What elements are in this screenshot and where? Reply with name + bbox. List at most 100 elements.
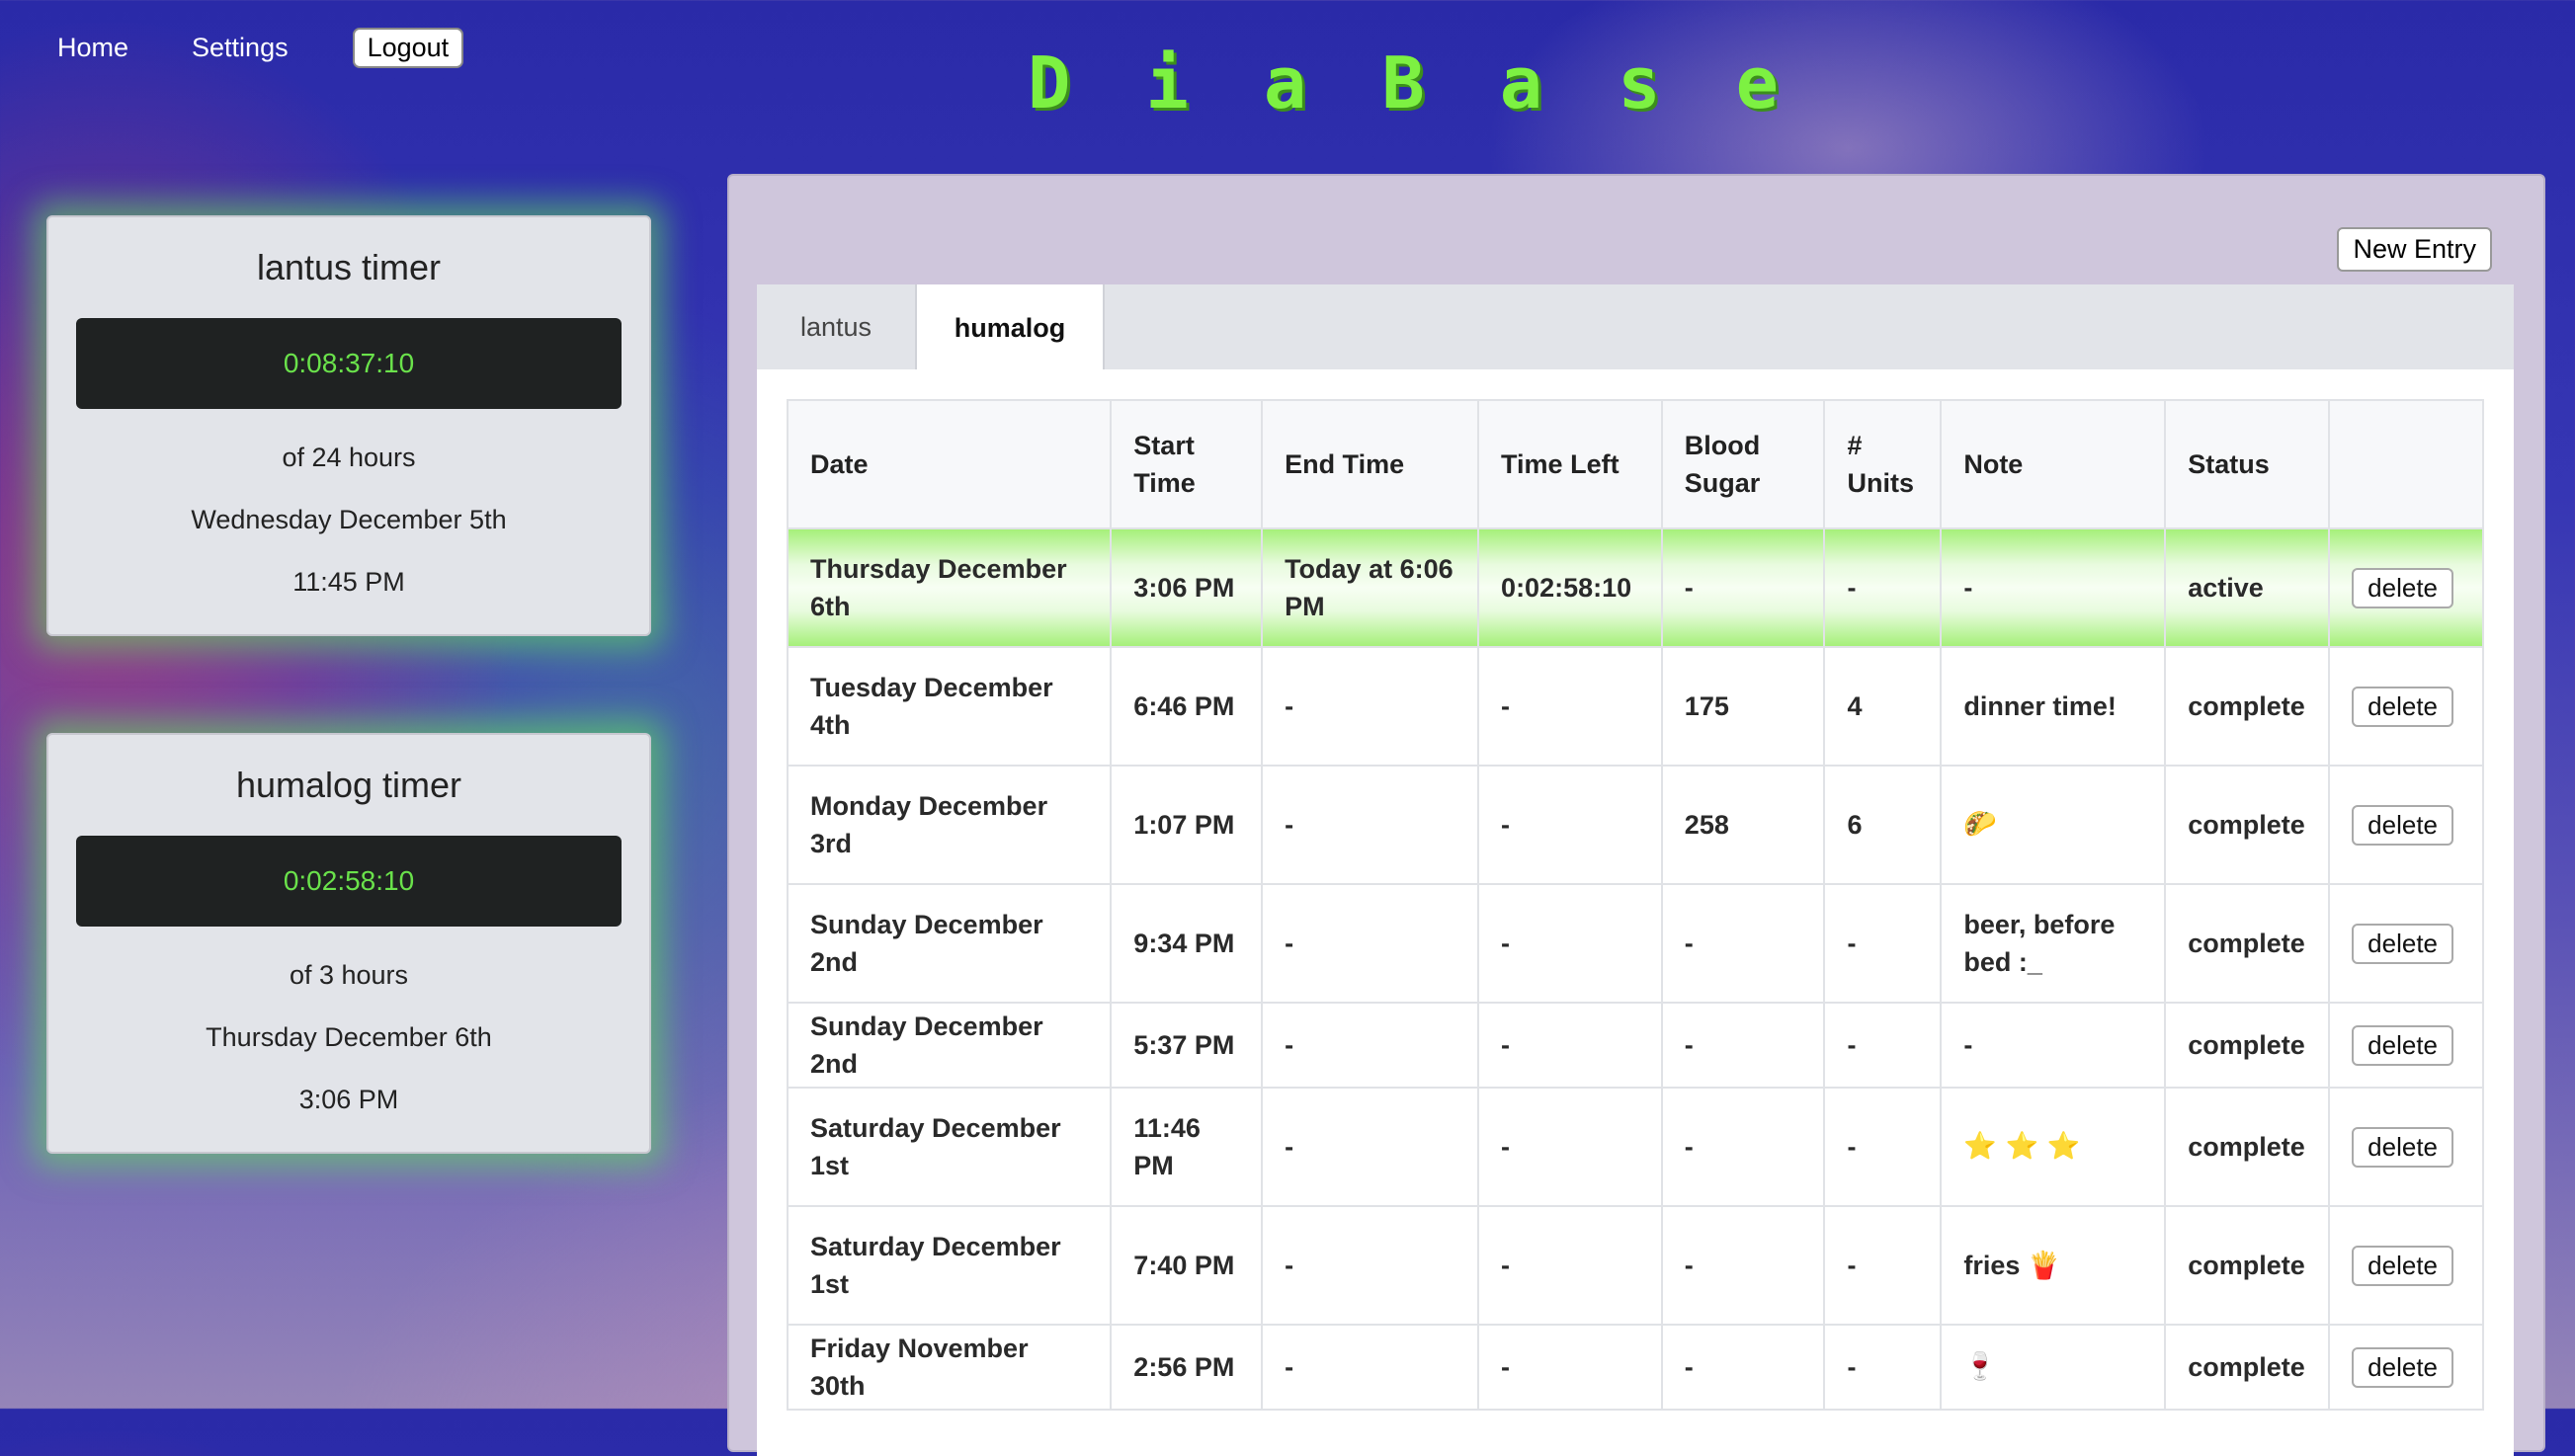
table-row: Friday November 30th 2:56 PM - - - - 🍷 c…	[786, 1324, 2484, 1411]
delete-button[interactable]: delete	[2352, 1126, 2454, 1168]
cell-note: 🍷	[1940, 1324, 2167, 1411]
table-row: Monday December 3rd 1:07 PM - - 258 6 🌮 …	[786, 765, 2484, 885]
cell-status: complete	[2164, 883, 2331, 1004]
tab-content: Date Start Time End Time Time Left Blood…	[757, 369, 2514, 1456]
cell-time-left: -	[1477, 1002, 1663, 1089]
logo-letter: s	[1618, 41, 1661, 124]
header-note: Note	[1940, 399, 2167, 529]
timer-display: 0:02:58:10	[76, 836, 622, 927]
cell-end-time: Today at 6:06 PM	[1261, 527, 1480, 648]
cell-start-time: 7:40 PM	[1110, 1205, 1264, 1326]
cell-units: -	[1823, 1324, 1943, 1411]
table-row: Sunday December 2nd 9:34 PM - - - - beer…	[786, 883, 2484, 1004]
header-blood-sugar: Blood Sugar	[1660, 399, 1826, 529]
cell-blood-sugar: 175	[1660, 646, 1826, 767]
cell-actions: delete	[2328, 1002, 2484, 1089]
cell-end-time: -	[1261, 1324, 1480, 1411]
header-actions	[2328, 399, 2484, 529]
timer-duration: of 3 hours	[289, 960, 409, 990]
cell-note: 🌮	[1940, 765, 2167, 885]
table-row: Sunday December 2nd 5:37 PM - - - - - co…	[786, 1002, 2484, 1089]
cell-start-time: 11:46 PM	[1110, 1087, 1264, 1207]
cell-end-time: -	[1261, 883, 1480, 1004]
cell-date: Saturday December 1st	[786, 1205, 1113, 1326]
header-units: # Units	[1823, 399, 1943, 529]
cell-date: Tuesday December 4th	[786, 646, 1113, 767]
cell-note: dinner time!	[1940, 646, 2167, 767]
cell-status: complete	[2164, 1205, 2331, 1326]
cell-time-left: 0:02:58:10	[1477, 527, 1663, 648]
delete-button[interactable]: delete	[2352, 804, 2454, 846]
header-date: Date	[786, 399, 1113, 529]
cell-start-time: 9:34 PM	[1110, 883, 1264, 1004]
timer-display: 0:08:37:10	[76, 318, 622, 409]
cell-actions: delete	[2328, 1324, 2484, 1411]
nav-settings-link[interactable]: Settings	[192, 33, 289, 63]
cell-start-time: 5:37 PM	[1110, 1002, 1264, 1089]
cell-blood-sugar: 258	[1660, 765, 1826, 885]
cell-date: Saturday December 1st	[786, 1087, 1113, 1207]
cell-start-time: 3:06 PM	[1110, 527, 1264, 648]
cell-end-time: -	[1261, 1087, 1480, 1207]
nav-home-link[interactable]: Home	[57, 33, 128, 63]
cell-time-left: -	[1477, 765, 1663, 885]
timer-title: humalog timer	[235, 765, 462, 805]
logo-letter: a	[1499, 41, 1543, 124]
cell-date: Sunday December 2nd	[786, 1002, 1113, 1089]
tab-lantus[interactable]: lantus	[757, 284, 915, 369]
cell-actions: delete	[2328, 527, 2484, 648]
cell-units: 6	[1823, 765, 1943, 885]
logout-button[interactable]: Logout	[352, 28, 464, 68]
cell-start-time: 2:56 PM	[1110, 1324, 1264, 1411]
new-entry-button[interactable]: New Entry	[2337, 227, 2492, 272]
cell-blood-sugar: -	[1660, 1002, 1826, 1089]
logo-letter: a	[1263, 41, 1307, 124]
timer-start-date: Wednesday December 5th	[191, 505, 507, 534]
cell-blood-sugar: -	[1660, 1087, 1826, 1207]
cell-blood-sugar: -	[1660, 527, 1826, 648]
cell-actions: delete	[2328, 765, 2484, 885]
cell-blood-sugar: -	[1660, 1205, 1826, 1326]
cell-date: Monday December 3rd	[786, 765, 1113, 885]
delete-button[interactable]: delete	[2352, 923, 2454, 964]
header-status: Status	[2164, 399, 2331, 529]
delete-button[interactable]: delete	[2352, 1245, 2454, 1286]
cell-actions: delete	[2328, 883, 2484, 1004]
cell-time-left: -	[1477, 1205, 1663, 1326]
cell-status: complete	[2164, 1002, 2331, 1089]
cell-blood-sugar: -	[1660, 1324, 1826, 1411]
cell-start-time: 1:07 PM	[1110, 765, 1264, 885]
cell-units: -	[1823, 527, 1943, 648]
cell-note: -	[1940, 1002, 2167, 1089]
cell-status: complete	[2164, 1087, 2331, 1207]
cell-end-time: -	[1261, 1205, 1480, 1326]
table-row: Saturday December 1st 7:40 PM - - - - fr…	[786, 1205, 2484, 1326]
logo-letter: D	[1028, 41, 1071, 124]
cell-end-time: -	[1261, 1002, 1480, 1089]
delete-button[interactable]: delete	[2352, 1346, 2454, 1388]
cell-units: -	[1823, 883, 1943, 1004]
cell-units: 4	[1823, 646, 1943, 767]
cell-date: Sunday December 2nd	[786, 883, 1113, 1004]
table-row: Thursday December 6th 3:06 PM Today at 6…	[786, 527, 2484, 648]
header-start-time: Start Time	[1110, 399, 1264, 529]
timer-start-time: 3:06 PM	[298, 1085, 399, 1114]
cell-actions: delete	[2328, 646, 2484, 767]
cell-time-left: -	[1477, 646, 1663, 767]
logo-letter: i	[1145, 41, 1189, 124]
tab-humalog[interactable]: humalog	[915, 284, 1105, 371]
table-row: Saturday December 1st 11:46 PM - - - - ⭐…	[786, 1087, 2484, 1207]
lantus-timer-card: lantus timer 0:08:37:10 of 24 hours Wedn…	[46, 215, 651, 636]
delete-button[interactable]: delete	[2352, 686, 2454, 727]
cell-actions: delete	[2328, 1087, 2484, 1207]
cell-end-time: -	[1261, 646, 1480, 767]
timer-start-date: Thursday December 6th	[206, 1022, 492, 1052]
delete-button[interactable]: delete	[2352, 1024, 2454, 1066]
header-time-left: Time Left	[1477, 399, 1663, 529]
cell-units: -	[1823, 1205, 1943, 1326]
delete-button[interactable]: delete	[2352, 567, 2454, 608]
cell-blood-sugar: -	[1660, 883, 1826, 1004]
logo-letter: e	[1735, 41, 1779, 124]
cell-units: -	[1823, 1087, 1943, 1207]
cell-time-left: -	[1477, 1324, 1663, 1411]
